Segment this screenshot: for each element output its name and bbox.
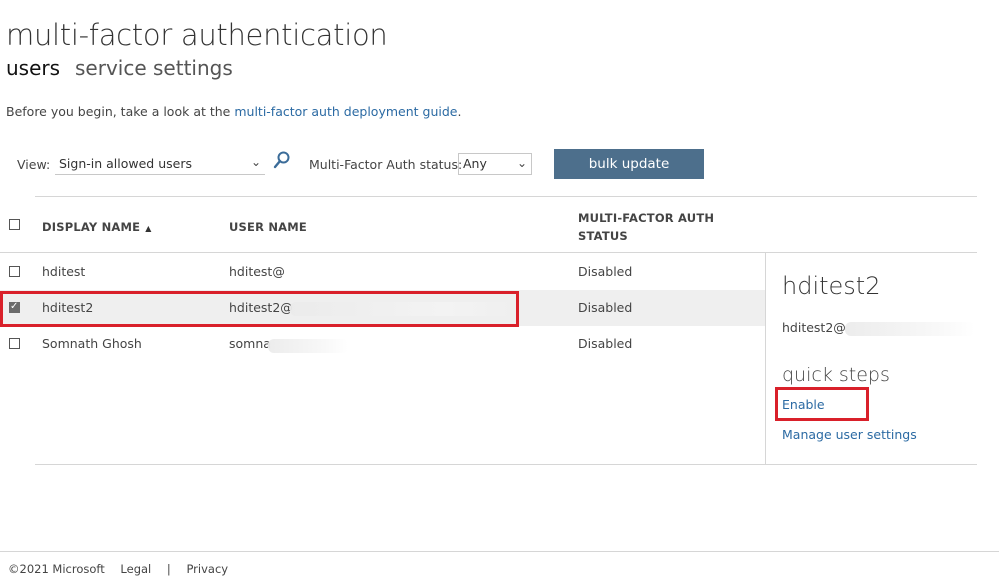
row-checkbox[interactable] — [9, 338, 20, 349]
row-display-name[interactable]: Somnath Ghosh — [42, 336, 142, 351]
detail-panel-divider — [765, 253, 766, 464]
row-display-name[interactable]: hditest — [42, 264, 85, 279]
tab-service-settings[interactable]: service settings — [75, 56, 233, 80]
view-select-value: Sign-in allowed users — [59, 156, 192, 171]
view-label: View: — [17, 157, 51, 172]
column-display-name[interactable]: DISPLAY NAME ▲ — [42, 220, 152, 234]
chevron-down-icon: ⌄ — [516, 156, 527, 170]
mfa-status-select[interactable]: Any ⌄ — [458, 153, 532, 175]
column-mfa-status-line1[interactable]: MULTI-FACTOR AUTH — [578, 211, 714, 225]
bulk-update-button[interactable]: bulk update — [554, 149, 704, 179]
intro-prefix: Before you begin, take a look at the — [6, 104, 235, 119]
page-title: multi-factor authentication — [6, 18, 388, 52]
column-mfa-status-line2[interactable]: STATUS — [578, 229, 628, 243]
mfa-status-value: Any — [463, 156, 487, 171]
highlight-box-selected-row — [0, 291, 519, 327]
search-icon[interactable] — [272, 150, 292, 170]
privacy-link[interactable]: Privacy — [186, 562, 228, 576]
table-bottom-divider — [35, 464, 977, 465]
detail-panel-title: hditest2 — [782, 272, 881, 300]
column-user-name[interactable]: USER NAME — [229, 220, 307, 234]
row-user-name: hditest@ — [229, 264, 285, 279]
chevron-down-icon: ⌄ — [250, 155, 261, 169]
intro-text: Before you begin, take a look at the mul… — [6, 104, 461, 119]
footer: ©2021 Microsoft Legal | Privacy — [8, 562, 240, 576]
table-top-divider — [35, 196, 977, 197]
copyright: ©2021 Microsoft — [8, 562, 105, 576]
manage-user-settings-link[interactable]: Manage user settings — [782, 427, 917, 442]
quick-steps-heading: quick steps — [782, 364, 890, 386]
display-name-header: DISPLAY NAME — [42, 220, 141, 234]
footer-divider — [0, 551, 999, 552]
row-status: Disabled — [578, 264, 633, 279]
detail-panel-user: hditest2@ — [782, 320, 846, 335]
header-divider — [0, 252, 977, 253]
highlight-box-enable — [775, 387, 869, 421]
deployment-guide-link[interactable]: multi-factor auth deployment guide — [234, 104, 457, 119]
footer-separator: | — [166, 562, 171, 576]
sort-ascending-icon: ▲ — [145, 224, 152, 233]
row-status: Disabled — [578, 336, 633, 351]
select-all-checkbox[interactable] — [9, 219, 20, 230]
redacted-email — [845, 322, 975, 336]
row-status: Disabled — [578, 300, 633, 315]
intro-suffix: . — [457, 104, 462, 119]
tab-users[interactable]: users — [6, 56, 60, 80]
row-checkbox[interactable] — [9, 266, 20, 277]
redacted-email — [268, 339, 348, 353]
mfa-status-label: Multi-Factor Auth status: — [309, 157, 463, 172]
row-user-name: somna — [229, 336, 271, 351]
view-select[interactable]: Sign-in allowed users ⌄ — [55, 153, 265, 175]
legal-link[interactable]: Legal — [120, 562, 151, 576]
